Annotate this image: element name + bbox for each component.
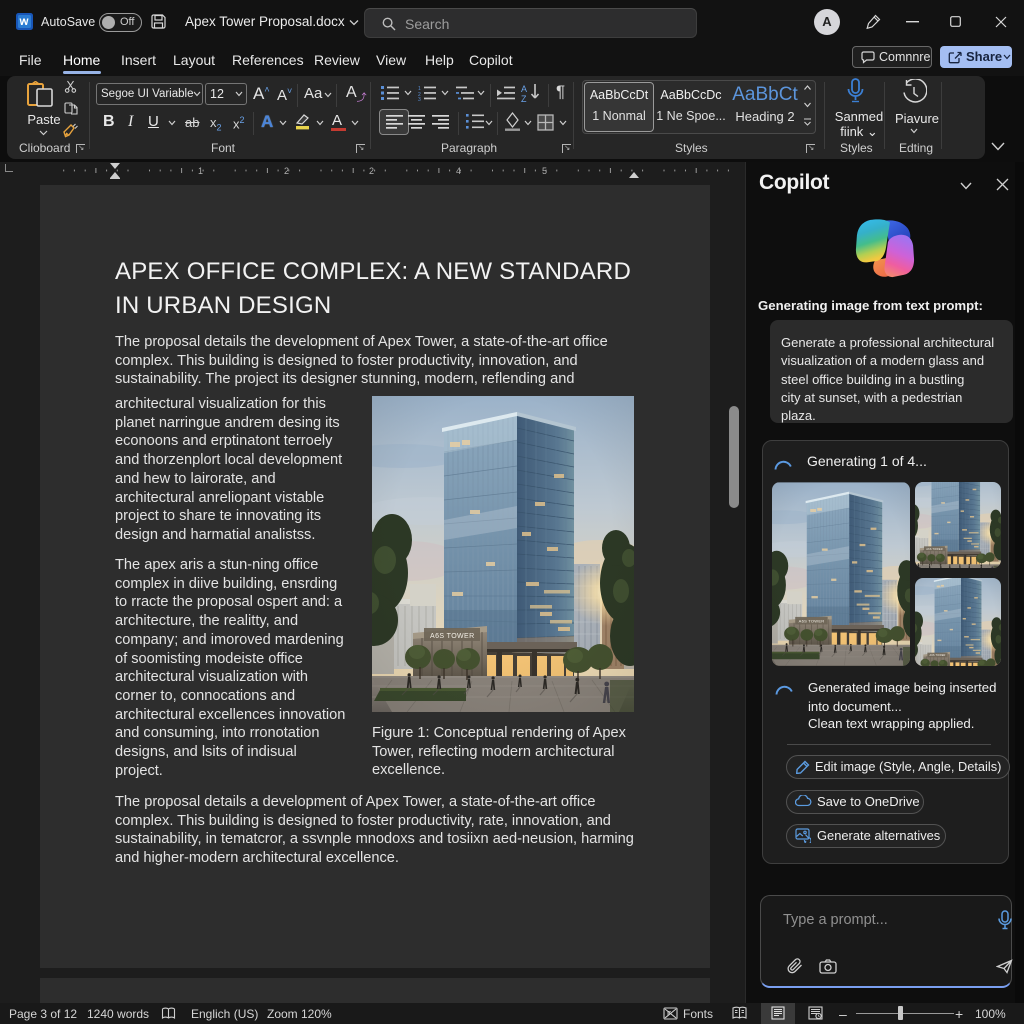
svg-text:Z: Z <box>521 94 527 103</box>
svg-text:2: 2 <box>284 166 289 176</box>
svg-text:A: A <box>521 84 527 94</box>
svg-text:1: 1 <box>198 166 203 176</box>
svg-text:2: 2 <box>369 166 374 176</box>
svg-text:F: F <box>667 1011 671 1018</box>
svg-text:4: 4 <box>456 166 461 176</box>
svg-text:3: 3 <box>418 97 421 101</box>
svg-text:5: 5 <box>542 166 547 176</box>
